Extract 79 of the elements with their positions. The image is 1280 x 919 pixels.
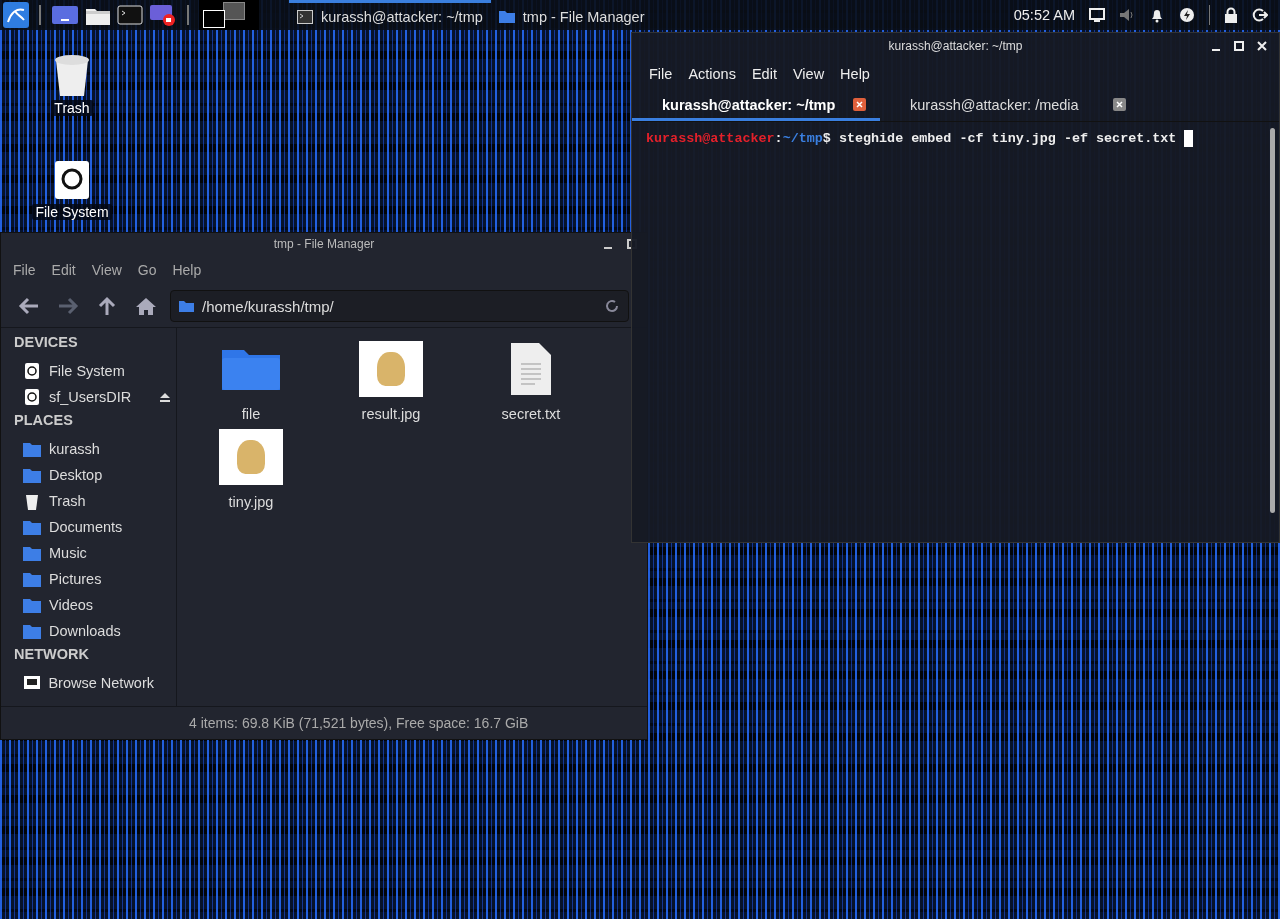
- sidebar-item[interactable]: Videos: [1, 592, 176, 618]
- monitor-icon: [23, 674, 41, 692]
- back-arrow-icon[interactable]: [18, 296, 40, 316]
- folder-icon: [23, 622, 41, 640]
- menu-item[interactable]: File: [5, 262, 44, 278]
- taskbar-button[interactable]: kurassh@attacker: ~/tmp: [289, 0, 491, 30]
- menu-item[interactable]: Edit: [43, 262, 84, 278]
- dragon-logo-icon[interactable]: [3, 2, 29, 28]
- menu-item[interactable]: View: [83, 262, 130, 278]
- eject-icon[interactable]: [160, 392, 170, 402]
- trash-icon[interactable]: [52, 52, 92, 98]
- sidebar-item[interactable]: Trash: [1, 488, 176, 514]
- sidebar-item[interactable]: Music: [1, 540, 176, 566]
- taskbar-button[interactable]: tmp - File Manager: [490, 0, 653, 30]
- folder-icon: [23, 518, 41, 536]
- window-title: kurassh@attacker: ~/tmp: [888, 39, 1023, 53]
- power-manager-icon[interactable]: [1179, 7, 1195, 23]
- clock: 05:52 AM: [1013, 7, 1075, 23]
- sidebar-item[interactable]: Pictures: [1, 566, 176, 592]
- terminal-icon[interactable]: [117, 4, 143, 26]
- file-name[interactable]: file: [241, 406, 261, 422]
- forward-arrow-icon[interactable]: [57, 296, 79, 316]
- folder-icon: [23, 440, 41, 458]
- trash-icon: [23, 492, 41, 510]
- drive-icon[interactable]: [54, 160, 90, 202]
- scrollbar[interactable]: [1270, 128, 1275, 513]
- sidebar-heading: DEVICES: [13, 333, 79, 352]
- display-icon[interactable]: [1089, 8, 1105, 22]
- menu-item[interactable]: Help: [164, 262, 210, 278]
- close-icon[interactable]: [1257, 41, 1267, 51]
- terminal-icon: [297, 9, 313, 24]
- file-name[interactable]: result.jpg: [361, 406, 421, 422]
- close-icon[interactable]: [1113, 98, 1126, 111]
- folder-icon: [23, 466, 41, 484]
- lock-icon[interactable]: [1224, 7, 1238, 23]
- terminal-line: kurassh@attacker:~/tmp$ steghide embed -cf tiny.jpg -ef secret.txt: [646, 130, 1177, 146]
- bell-icon[interactable]: [1149, 7, 1165, 23]
- sidebar-item[interactable]: Desktop: [1, 462, 176, 488]
- menu-item[interactable]: File: [641, 66, 681, 82]
- sidebar-heading: PLACES: [13, 411, 74, 430]
- terminal-cursor: [1184, 129, 1194, 147]
- folder-icon: [179, 300, 194, 312]
- desktop-icon-label[interactable]: File System: [32, 204, 112, 220]
- home-icon[interactable]: [135, 296, 157, 316]
- location-field[interactable]: /home/kurassh/tmp/: [170, 290, 629, 322]
- sidebar-item[interactable]: Downloads: [1, 618, 176, 644]
- menu-item[interactable]: Go: [129, 262, 165, 278]
- drive-icon: [23, 388, 41, 406]
- reload-icon[interactable]: [604, 298, 620, 314]
- menu-item[interactable]: Actions: [680, 66, 744, 82]
- workspace-switcher[interactable]: [223, 2, 245, 20]
- folder-icon: [23, 544, 41, 562]
- close-icon[interactable]: [853, 98, 866, 111]
- up-arrow-icon[interactable]: [96, 296, 118, 316]
- sidebar-item[interactable]: sf_UsersDIR: [1, 384, 176, 410]
- file-name[interactable]: secret.txt: [501, 406, 561, 422]
- sidebar-heading: NETWORK: [13, 645, 90, 664]
- menu-item[interactable]: View: [784, 66, 833, 82]
- sidebar-item[interactable]: File System: [1, 358, 176, 384]
- file-name[interactable]: tiny.jpg: [228, 494, 274, 510]
- desktop-icon-label[interactable]: Trash: [51, 100, 93, 116]
- window-title: tmp - File Manager: [273, 237, 375, 251]
- folder-icon: [23, 570, 41, 588]
- drive-icon: [23, 362, 41, 380]
- menu-item[interactable]: Edit: [743, 66, 785, 82]
- window-icon[interactable]: [51, 4, 79, 26]
- status-bar: 4 items: 69.8 KiB (71,521 bytes), Free space: 16.7 GiB: [1, 706, 647, 739]
- folder-icon: [23, 596, 41, 614]
- terminal-tab[interactable]: kurassh@attacker: ~/tmp: [632, 91, 880, 121]
- terminal-tab[interactable]: kurassh@attacker: /media: [880, 91, 1140, 121]
- speaker-icon[interactable]: [1119, 8, 1135, 22]
- sidebar-item[interactable]: Browse Network: [1, 670, 176, 696]
- screen-recorder-icon[interactable]: [149, 3, 177, 27]
- sidebar-item[interactable]: kurassh: [1, 436, 176, 462]
- logout-icon[interactable]: [1252, 7, 1268, 23]
- folder-icon: [498, 10, 515, 23]
- menu-item[interactable]: Help: [832, 66, 878, 82]
- text-file-icon[interactable]: [509, 342, 553, 396]
- sidebar-item[interactable]: Documents: [1, 514, 176, 540]
